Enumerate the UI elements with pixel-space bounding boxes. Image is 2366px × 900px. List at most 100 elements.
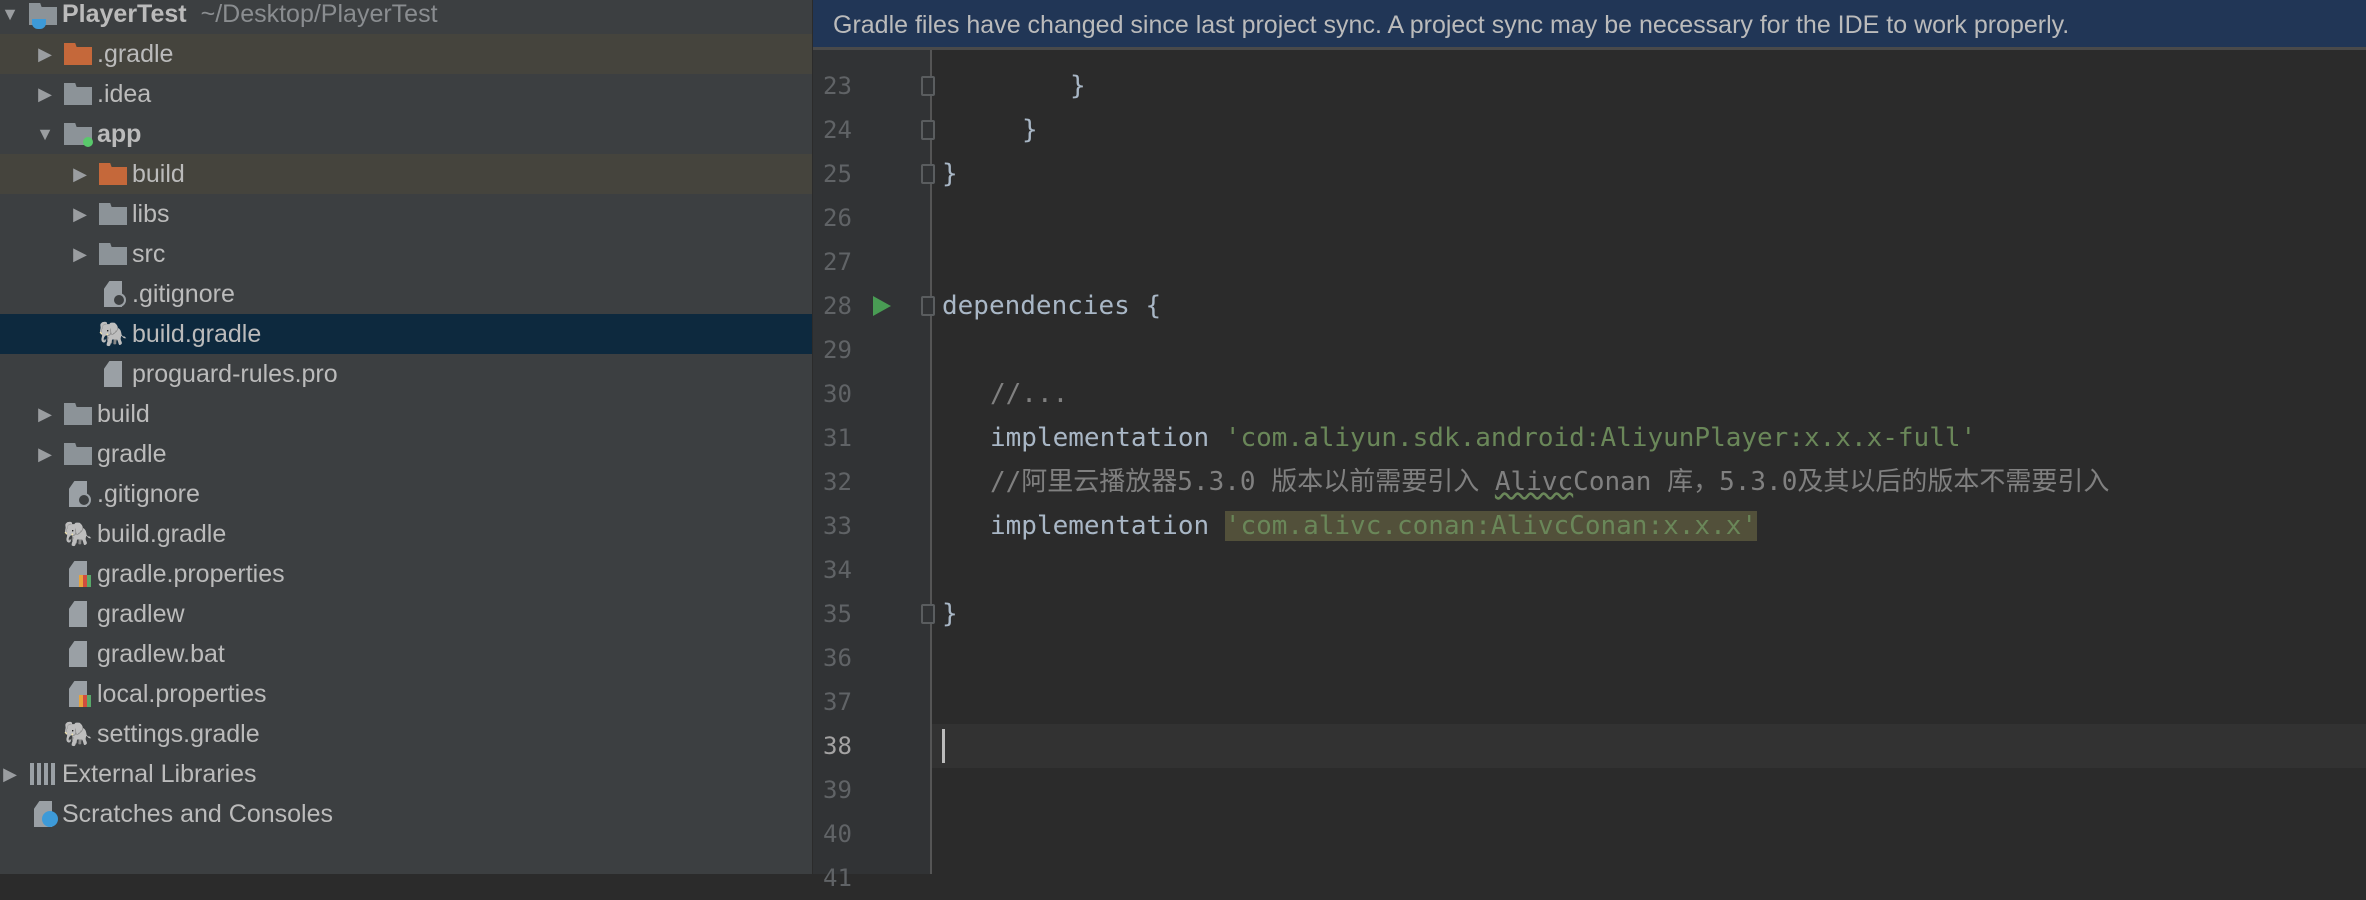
tree-item[interactable]: ▶ gradle <box>0 434 812 474</box>
fold-marker-icon[interactable] <box>921 120 935 140</box>
tree-item[interactable]: ▶ build <box>0 394 812 434</box>
module-folder-icon <box>63 121 93 147</box>
chevron-right-icon[interactable]: ▶ <box>0 764 20 785</box>
code-line: //... <box>990 379 1069 409</box>
folder-icon <box>98 241 128 267</box>
fold-marker-icon[interactable] <box>921 76 935 96</box>
tree-item-label: local.properties <box>97 679 267 708</box>
project-name: PlayerTest <box>62 0 187 28</box>
tree-item-label: build.gradle <box>97 519 227 548</box>
tree-item[interactable]: ▶ External Libraries <box>0 754 812 794</box>
file-icon <box>63 601 93 627</box>
run-gutter-icon[interactable] <box>873 296 891 316</box>
code-line: //阿里云播放器5.3.0 版本以前需要引入 AlivcConan 库，5.3.… <box>990 460 2109 504</box>
gradle-elephant-icon: 🐘 <box>98 320 128 348</box>
excluded-folder-icon <box>98 161 128 187</box>
file-icon <box>63 641 93 667</box>
tree-item[interactable]: ▶ .gradle <box>0 34 812 74</box>
fold-marker-icon[interactable] <box>921 604 935 624</box>
keyword: implementation <box>990 423 1225 453</box>
chevron-right-icon[interactable]: ▶ <box>35 404 55 425</box>
line-number: 30 <box>823 380 852 408</box>
current-line-highlight <box>932 724 2366 768</box>
string-literal: 'com.aliyun.sdk.android:AliyunPlayer:x.x… <box>1224 423 1977 453</box>
chevron-right-icon[interactable]: ▶ <box>35 444 55 465</box>
string-literal: 'com.alivc.conan:AlivcConan:x.x.x' <box>1224 511 1758 541</box>
line-number: 27 <box>823 248 852 276</box>
tree-item-label: Scratches and Consoles <box>62 799 333 828</box>
tree-item-label: libs <box>132 199 170 228</box>
tree-item[interactable]: ▶ src <box>0 234 812 274</box>
tree-item[interactable]: Scratches and Consoles <box>0 794 812 834</box>
keyword: implementation <box>990 511 1225 541</box>
gradle-sync-notification: Gradle files have changed since last pro… <box>813 0 2366 50</box>
properties-file-icon <box>63 681 93 707</box>
excluded-folder-icon <box>63 41 93 67</box>
chevron-right-icon[interactable]: ▶ <box>35 84 55 105</box>
text-caret <box>942 729 945 763</box>
line-number: 29 <box>823 336 852 364</box>
tree-item[interactable]: 🐘 build.gradle <box>0 514 812 554</box>
line-number: 38 <box>823 732 852 760</box>
line-number: 36 <box>823 644 852 672</box>
line-number: 25 <box>823 160 852 188</box>
ignore-file-icon <box>63 481 93 507</box>
tree-item[interactable]: gradlew <box>0 594 812 634</box>
tree-item[interactable]: 🐘 build.gradle <box>0 314 812 354</box>
typo-underline: Alivc <box>1494 467 1574 497</box>
line-number: 24 <box>823 116 852 144</box>
chevron-right-icon[interactable]: ▶ <box>70 204 90 225</box>
line-number: 37 <box>823 688 852 716</box>
chevron-down-icon[interactable]: ▼ <box>0 4 20 25</box>
chevron-right-icon[interactable]: ▶ <box>70 164 90 185</box>
code-editor[interactable]: 23 24 25 26 27 28 29 30 31 32 33 34 35 36 37 38 39 40 41 }… <box>813 0 2366 892</box>
line-number: 31 <box>823 424 852 452</box>
tree-item-label: gradle <box>97 439 167 468</box>
chevron-right-icon[interactable]: ▶ <box>70 244 90 265</box>
line-number: 41 <box>823 864 852 892</box>
code-line: implementation 'com.alivc.conan:AlivcCon… <box>990 504 1758 548</box>
tree-item[interactable]: ▶ build <box>0 154 812 194</box>
file-icon <box>98 361 128 387</box>
tree-item-label: External Libraries <box>62 759 257 788</box>
tree-item[interactable]: .gitignore <box>0 274 812 314</box>
code-line: dependencies { <box>942 291 1162 321</box>
code-line: implementation 'com.aliyun.sdk.android:A… <box>990 416 1976 460</box>
tree-item[interactable]: ▶ libs <box>0 194 812 234</box>
tree-item-label: .gradle <box>97 39 174 68</box>
tree-item[interactable]: ▶ .idea <box>0 74 812 114</box>
folder-icon <box>63 401 93 427</box>
chevron-down-icon[interactable]: ▼ <box>35 124 55 145</box>
fold-marker-icon[interactable] <box>921 164 935 184</box>
tree-item[interactable]: gradle.properties <box>0 554 812 594</box>
project-tree-panel: ▼ PlayerTest ~/Desktop/PlayerTest ▶ .grad… <box>0 0 812 874</box>
line-number: 35 <box>823 600 852 628</box>
folder-icon <box>63 81 93 107</box>
tree-item[interactable]: 🐘 settings.gradle <box>0 714 812 754</box>
tree-item-label: gradle.properties <box>97 559 285 588</box>
tree-item-label: settings.gradle <box>97 719 260 748</box>
tree-item-label: gradlew.bat <box>97 639 225 668</box>
fold-marker-icon[interactable] <box>921 296 935 316</box>
tree-item-label: gradlew <box>97 599 185 628</box>
tree-item[interactable]: gradlew.bat <box>0 634 812 674</box>
line-number: 39 <box>823 776 852 804</box>
tree-item[interactable]: local.properties <box>0 674 812 714</box>
tree-root-playertest[interactable]: ▼ PlayerTest ~/Desktop/PlayerTest <box>0 0 812 34</box>
tree-item-label: proguard-rules.pro <box>132 359 338 388</box>
properties-file-icon <box>63 561 93 587</box>
libraries-icon <box>28 761 58 787</box>
tree-item[interactable]: .gitignore <box>0 474 812 514</box>
code-line: } <box>1070 71 1086 101</box>
comment: Conan 库，5.3.0及其以后的版本不需要引入 <box>1573 467 2110 497</box>
editor-gutter: 23 24 25 26 27 28 29 30 31 32 33 34 35 36 37 38 39 40 41 <box>813 0 935 892</box>
tree-item-label: .gitignore <box>97 479 200 508</box>
chevron-right-icon[interactable]: ▶ <box>35 44 55 65</box>
tree-item-label: build.gradle <box>132 319 262 348</box>
line-number: 40 <box>823 820 852 848</box>
folder-icon <box>98 201 128 227</box>
tree-item[interactable]: ▼ app <box>0 114 812 154</box>
line-number: 33 <box>823 512 852 540</box>
tree-item[interactable]: proguard-rules.pro <box>0 354 812 394</box>
tree-item-label: build <box>97 399 150 428</box>
